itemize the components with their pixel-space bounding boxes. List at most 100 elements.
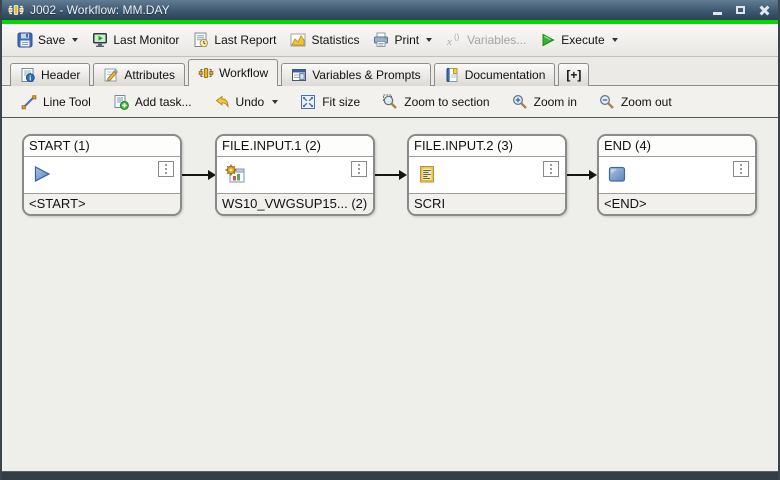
zoom-out-label: Zoom out	[620, 94, 672, 109]
node-title: START (1)	[24, 136, 180, 157]
node-menu-button[interactable]	[351, 161, 367, 177]
save-button[interactable]: Save	[10, 29, 85, 51]
variables-prompts-icon	[292, 69, 307, 81]
last-monitor-button[interactable]: Last Monitor	[85, 29, 186, 51]
statistics-button[interactable]: Statistics	[283, 29, 366, 51]
workflow-title-icon	[8, 5, 24, 15]
monitor-icon	[93, 33, 108, 47]
canvas-toolbar: Line Tool Add task... Undo Fit size Zoom…	[2, 86, 778, 118]
add-tab-icon: [+]	[566, 68, 582, 82]
node-menu-button[interactable]	[158, 161, 174, 177]
execute-label: Execute	[561, 33, 605, 47]
tab-workflow[interactable]: Workflow	[188, 59, 279, 86]
ellipsis-icon	[740, 164, 742, 166]
tab-workflow-label: Workflow	[219, 66, 269, 80]
tab-attributes[interactable]: Attributes	[93, 63, 186, 86]
variables-label: Variables...	[467, 33, 527, 47]
tab-documentation-label: Documentation	[464, 68, 546, 82]
node-menu-button[interactable]	[543, 161, 559, 177]
node-end[interactable]: END (4) <END>	[597, 134, 757, 216]
node-footer: WS10_VWGSUP15... (2)	[217, 193, 373, 214]
maximize-button[interactable]	[732, 3, 749, 17]
zoom-out-button[interactable]: Zoom out	[594, 91, 677, 113]
maximize-icon	[736, 6, 745, 14]
end-stop-icon	[608, 166, 626, 182]
node-footer: <END>	[599, 193, 755, 214]
print-dropdown-icon[interactable]	[426, 38, 433, 42]
node-body	[217, 157, 373, 193]
main-toolbar: Save Last Monitor Last Report Statistics…	[2, 24, 778, 57]
save-label: Save	[38, 33, 66, 47]
variables-icon: x ()	[446, 33, 460, 49]
report-icon	[194, 32, 209, 48]
start-play-icon	[34, 166, 51, 182]
script-icon	[420, 166, 434, 183]
zoom-out-icon	[599, 94, 614, 109]
edge-fileinput2-to-end[interactable]	[567, 170, 597, 180]
header-doc-icon: i	[21, 68, 35, 82]
node-title: FILE.INPUT.1 (2)	[217, 136, 373, 157]
tab-documentation[interactable]: Documentation	[433, 63, 556, 86]
tab-variables-prompts-label: Variables & Prompts	[312, 68, 421, 82]
node-file-input-2[interactable]: FILE.INPUT.2 (3) SCRI	[407, 134, 567, 216]
print-label: Print	[394, 33, 420, 47]
zoom-to-section-label: Zoom to section	[404, 94, 490, 109]
ellipsis-icon	[165, 164, 167, 166]
fit-size-label: Fit size	[322, 94, 361, 109]
node-body	[599, 157, 755, 193]
zoom-in-button[interactable]: Zoom in	[507, 91, 582, 113]
undo-button[interactable]: Undo	[209, 91, 284, 113]
undo-dropdown-icon[interactable]	[272, 99, 279, 104]
attributes-pencil-icon	[104, 68, 119, 82]
node-body	[24, 157, 180, 193]
save-dropdown-icon[interactable]	[72, 38, 79, 42]
line-tool-button[interactable]: Line Tool	[16, 91, 96, 113]
ellipsis-icon	[358, 164, 360, 166]
fit-size-button[interactable]: Fit size	[295, 91, 365, 113]
workflow-canvas[interactable]: START (1) <START> FILE.INPUT.1 (2) WS10_…	[2, 118, 778, 471]
last-report-button[interactable]: Last Report	[186, 29, 283, 51]
close-icon	[759, 5, 769, 15]
close-button[interactable]	[755, 3, 772, 17]
zoom-in-icon	[512, 94, 527, 109]
tab-bar: i Header Attributes Workflow Variables &…	[2, 57, 778, 86]
tab-header-label: Header	[41, 68, 81, 82]
minimize-button[interactable]	[709, 3, 726, 17]
save-icon	[17, 32, 33, 48]
zoom-in-label: Zoom in	[533, 94, 577, 109]
svg-text:(): ()	[454, 33, 460, 42]
zoom-section-icon	[383, 94, 398, 109]
tab-add[interactable]: [+]	[558, 63, 590, 86]
add-task-label: Add task...	[134, 94, 192, 109]
edge-start-to-fileinput1[interactable]	[182, 170, 216, 180]
documentation-icon	[446, 68, 458, 82]
execute-dropdown-icon[interactable]	[611, 38, 618, 42]
last-report-label: Last Report	[214, 33, 277, 47]
node-title: FILE.INPUT.2 (3)	[409, 136, 565, 157]
svg-text:x: x	[446, 36, 452, 48]
add-task-icon	[114, 94, 129, 110]
add-task-button[interactable]: Add task...	[108, 91, 197, 113]
undo-label: Undo	[235, 94, 265, 109]
tab-variables-prompts[interactable]: Variables & Prompts	[281, 63, 431, 86]
line-tool-label: Line Tool	[43, 94, 91, 109]
edge-fileinput1-to-fileinput2[interactable]	[375, 170, 407, 180]
zoom-to-section-button[interactable]: Zoom to section	[377, 91, 494, 113]
node-menu-button[interactable]	[733, 161, 749, 177]
execute-button[interactable]: Execute	[533, 29, 624, 51]
line-tool-icon	[21, 94, 37, 109]
minimize-icon	[713, 11, 722, 15]
statistics-icon	[290, 33, 306, 47]
print-button[interactable]: Print	[366, 29, 439, 51]
node-file-input-1[interactable]: FILE.INPUT.1 (2) WS10_VWGSUP15... (2)	[215, 134, 375, 216]
window-titlebar[interactable]: J002 - Workflow: MM.DAY	[2, 0, 778, 20]
node-start[interactable]: START (1) <START>	[22, 134, 182, 216]
execute-icon	[542, 33, 555, 47]
node-footer: <START>	[24, 193, 180, 214]
tab-attributes-label: Attributes	[124, 68, 176, 82]
ellipsis-icon	[550, 164, 552, 166]
tab-header[interactable]: i Header	[10, 63, 91, 86]
node-body	[409, 157, 565, 193]
undo-icon	[215, 95, 228, 108]
window-bottom-edge	[2, 471, 778, 480]
